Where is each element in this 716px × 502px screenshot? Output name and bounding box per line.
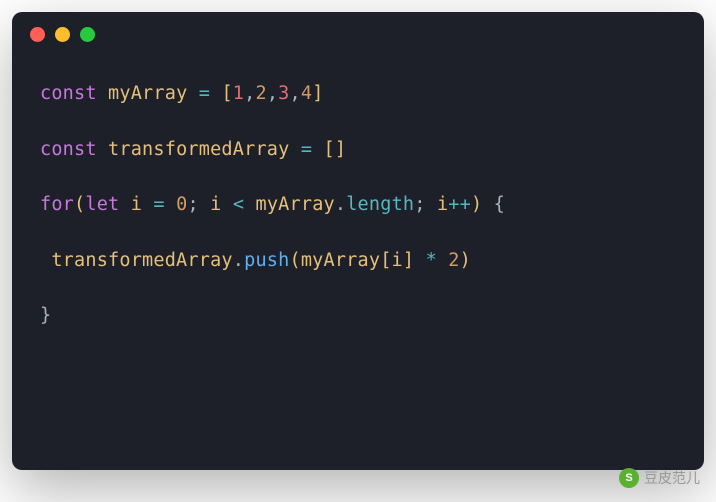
- operator: *: [426, 250, 437, 271]
- bracket: ]: [403, 250, 414, 271]
- paren: ): [460, 250, 471, 271]
- bracket: ]: [312, 83, 323, 104]
- keyword: for: [40, 194, 74, 215]
- variable: transformedArray: [108, 139, 289, 160]
- paren: (: [74, 194, 85, 215]
- number: 3: [278, 83, 289, 104]
- code-content: const myArray = [1,2,3,4] const transfor…: [12, 56, 704, 354]
- paren: ): [471, 194, 482, 215]
- variable: transformedArray: [51, 250, 232, 271]
- window-titlebar: [12, 12, 704, 56]
- variable: myArray: [108, 83, 187, 104]
- operator: <: [233, 194, 244, 215]
- bracket: [: [221, 83, 232, 104]
- watermark-icon: S: [619, 468, 639, 488]
- semicolon: ;: [414, 194, 425, 215]
- number: 2: [255, 83, 266, 104]
- code-window: const myArray = [1,2,3,4] const transfor…: [12, 12, 704, 470]
- watermark-text: 豆皮范儿: [644, 468, 700, 488]
- minimize-icon[interactable]: [55, 27, 70, 42]
- bracket: [: [324, 139, 335, 160]
- variable: i: [437, 194, 448, 215]
- bracket: ]: [335, 139, 346, 160]
- comma: ,: [267, 83, 278, 104]
- comma: ,: [290, 83, 301, 104]
- dot: .: [233, 250, 244, 271]
- keyword: let: [85, 194, 119, 215]
- number: 2: [448, 250, 459, 271]
- number: 4: [301, 83, 312, 104]
- watermark: S 豆皮范儿: [619, 468, 700, 488]
- operator: =: [301, 139, 312, 160]
- keyword: const: [40, 83, 97, 104]
- keyword: const: [40, 139, 97, 160]
- paren: (: [289, 250, 300, 271]
- semicolon: ;: [187, 194, 198, 215]
- close-icon[interactable]: [30, 27, 45, 42]
- variable: i: [131, 194, 142, 215]
- variable: myArray: [256, 194, 335, 215]
- number: 1: [233, 83, 244, 104]
- brace: }: [40, 305, 51, 326]
- variable: i: [210, 194, 221, 215]
- bracket: [: [380, 250, 391, 271]
- operator: =: [153, 194, 164, 215]
- brace: {: [494, 194, 505, 215]
- operator: =: [199, 83, 210, 104]
- variable: i: [392, 250, 403, 271]
- comma: ,: [244, 83, 255, 104]
- operator: ++: [448, 194, 471, 215]
- dot: .: [335, 194, 346, 215]
- function: push: [244, 250, 289, 271]
- number: 0: [176, 194, 187, 215]
- variable: myArray: [301, 250, 380, 271]
- maximize-icon[interactable]: [80, 27, 95, 42]
- property: length: [346, 194, 414, 215]
